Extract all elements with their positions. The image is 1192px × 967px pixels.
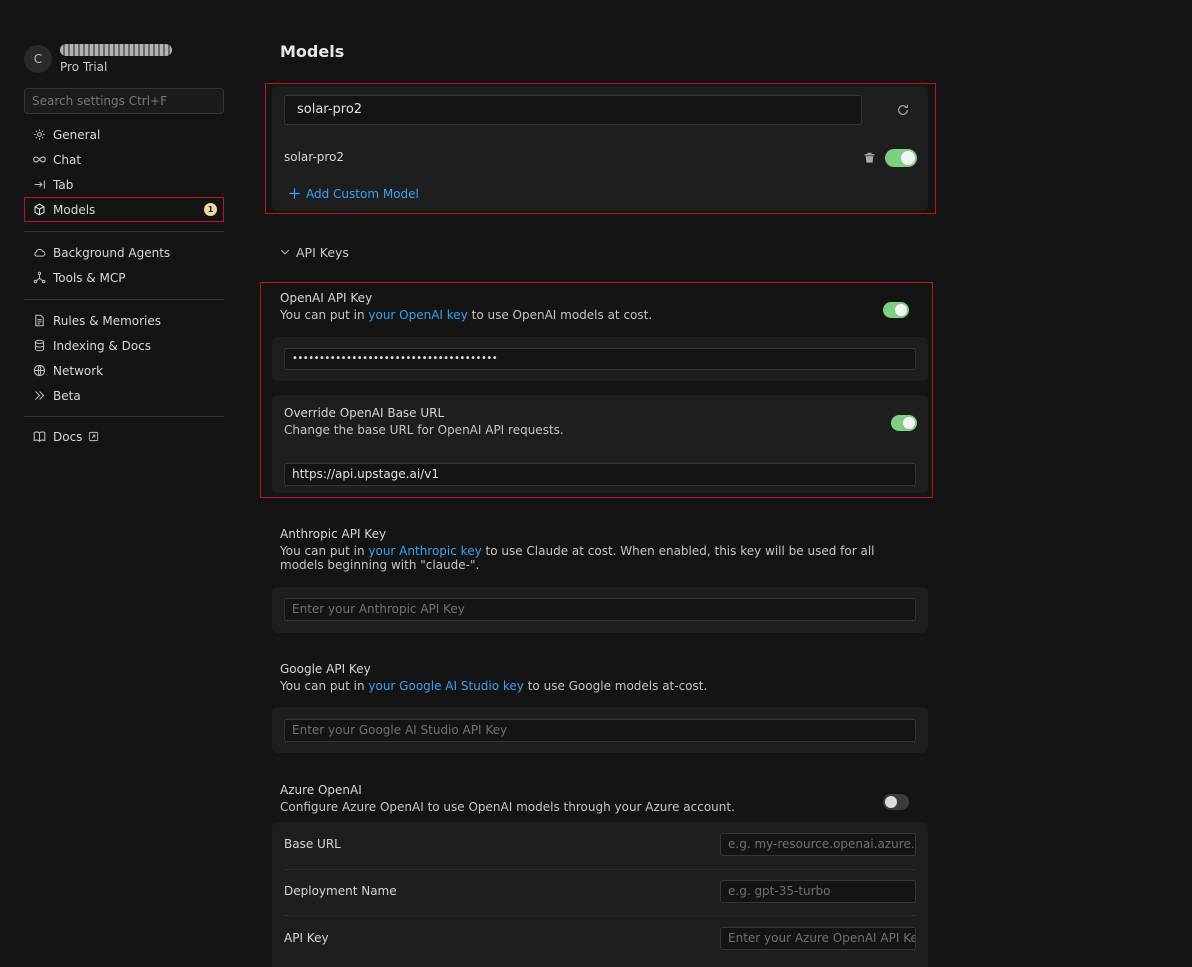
openai-key-card: ••••••••••••••••••••••••••••••••••••••: [272, 337, 928, 381]
anthropic-key-link[interactable]: your Anthropic key: [368, 544, 481, 558]
page-title: Models: [280, 42, 345, 61]
google-api-key-input[interactable]: Enter your Google AI Studio API Key: [284, 719, 916, 742]
database-icon: [34, 339, 45, 352]
sidebar-item-label: Docs: [53, 429, 83, 444]
nav-group-agents: Background Agents Tools & MCP: [24, 240, 224, 290]
add-custom-model-label: Add Custom Model: [306, 187, 419, 201]
settings-search-input[interactable]: Search settings Ctrl+F: [24, 88, 224, 114]
sidebar-item-label: Tools & MCP: [53, 270, 126, 285]
book-icon: [33, 431, 46, 443]
external-link-icon: [89, 431, 99, 442]
model-search-input[interactable]: solar-pro2: [284, 95, 862, 125]
refresh-icon[interactable]: [896, 103, 910, 117]
sidebar-item-beta[interactable]: Beta: [24, 383, 224, 408]
google-key-card: Enter your Google AI Studio API Key: [272, 707, 928, 753]
azure-settings-card: Base URL e.g. my-resource.openai.azure.c…: [272, 822, 928, 967]
sidebar-item-tab[interactable]: Tab: [24, 172, 224, 197]
globe-icon: [33, 364, 46, 377]
row-divider: [284, 915, 916, 916]
openai-key-link[interactable]: your OpenAI key: [368, 308, 467, 322]
row-divider: [284, 869, 916, 870]
anthropic-title: Anthropic API Key: [280, 527, 387, 541]
azure-enabled-toggle[interactable]: [883, 794, 909, 810]
openai-title: OpenAI API Key: [280, 291, 373, 305]
override-base-url-card: Override OpenAI Base URL Change the base…: [272, 395, 928, 493]
openai-base-url-input[interactable]: https://api.upstage.ai/v1: [284, 463, 916, 486]
sidebar-item-chat[interactable]: Chat: [24, 147, 224, 172]
azure-api-key-input[interactable]: Enter your Azure OpenAI API Key: [720, 927, 916, 950]
override-base-url-description: Change the base URL for OpenAI API reque…: [284, 423, 564, 437]
openai-enabled-toggle[interactable]: [883, 302, 909, 318]
plus-icon: [289, 188, 300, 199]
sidebar-item-label: Models: [53, 202, 96, 217]
sidebar-item-label: Rules & Memories: [53, 313, 162, 328]
user-profile[interactable]: C Pro Trial: [24, 44, 172, 74]
azure-deployment-label: Deployment Name: [284, 884, 397, 898]
override-base-url-toggle[interactable]: [891, 415, 917, 431]
sidebar-item-label: Chat: [53, 152, 82, 167]
models-card: solar-pro2 solar-pro2 Add Custom Model: [272, 86, 928, 211]
azure-base-url-label: Base URL: [284, 837, 341, 851]
sidebar-item-label: Indexing & Docs: [53, 338, 152, 353]
model-enabled-toggle[interactable]: [885, 149, 917, 167]
sidebar-item-indexing-docs[interactable]: Indexing & Docs: [24, 333, 224, 358]
sidebar-item-label: Beta: [53, 388, 81, 403]
sidebar-item-docs[interactable]: Docs: [24, 424, 224, 449]
azure-deployment-input[interactable]: e.g. gpt-35-turbo: [720, 880, 916, 903]
override-base-url-title: Override OpenAI Base URL: [284, 406, 445, 420]
notification-badge: 1: [204, 203, 217, 216]
sidebar-divider: [24, 231, 224, 232]
api-keys-section-toggle[interactable]: API Keys: [280, 245, 349, 260]
google-key-link[interactable]: your Google AI Studio key: [368, 679, 524, 693]
sidebar-item-rules-memories[interactable]: Rules & Memories: [24, 308, 224, 333]
user-name-redacted: [60, 44, 172, 56]
model-name: solar-pro2: [284, 150, 345, 164]
gear-icon: [34, 129, 45, 140]
cube-icon: [34, 203, 45, 216]
nodes-icon: [33, 271, 46, 284]
google-description: You can put in your Google AI Studio key…: [280, 679, 708, 693]
chevrons-icon: [35, 391, 45, 400]
sidebar-divider: [24, 416, 224, 417]
sidebar-divider: [24, 299, 224, 300]
cloud-icon: [34, 248, 46, 257]
anthropic-description: You can put in your Anthropic key to use…: [280, 544, 875, 572]
settings-sidebar: C Pro Trial Search settings Ctrl+F Gener…: [0, 0, 248, 967]
add-custom-model-button[interactable]: Add Custom Model: [288, 187, 419, 201]
chevron-down-icon: [280, 249, 290, 255]
azure-title: Azure OpenAI: [280, 783, 362, 797]
sidebar-item-label: Background Agents: [53, 245, 171, 260]
sidebar-item-label: Tab: [53, 177, 74, 192]
infinity-icon: [33, 156, 46, 163]
azure-api-key-label: API Key: [284, 931, 329, 945]
openai-api-key-input[interactable]: ••••••••••••••••••••••••••••••••••••••: [284, 348, 916, 370]
trash-icon[interactable]: [864, 152, 875, 163]
sidebar-item-background-agents[interactable]: Background Agents: [24, 240, 224, 265]
user-plan: Pro Trial: [60, 60, 108, 74]
avatar: C: [24, 45, 52, 73]
sidebar-item-models[interactable]: Models 1: [24, 197, 224, 222]
sidebar-item-network[interactable]: Network: [24, 358, 224, 383]
azure-base-url-input[interactable]: e.g. my-resource.openai.azure.com: [720, 833, 916, 856]
nav-group-main: General Chat Tab Models 1: [24, 122, 224, 222]
api-keys-heading: API Keys: [296, 245, 349, 260]
document-icon: [35, 314, 44, 327]
google-title: Google API Key: [280, 662, 371, 676]
sidebar-item-label: Network: [53, 363, 104, 378]
sidebar-item-general[interactable]: General: [24, 122, 224, 147]
openai-description: You can put in your OpenAI key to use Op…: [280, 308, 653, 322]
anthropic-key-card: Enter your Anthropic API Key: [272, 587, 928, 633]
sidebar-item-label: General: [53, 127, 101, 142]
sidebar-item-tools-mcp[interactable]: Tools & MCP: [24, 265, 224, 290]
nav-group-context: Rules & Memories Indexing & Docs Network…: [24, 308, 224, 408]
azure-description: Configure Azure OpenAI to use OpenAI mod…: [280, 800, 735, 814]
nav-group-docs: Docs: [24, 424, 224, 449]
arrow-right-bar-icon: [34, 180, 45, 189]
anthropic-api-key-input[interactable]: Enter your Anthropic API Key: [284, 598, 916, 621]
